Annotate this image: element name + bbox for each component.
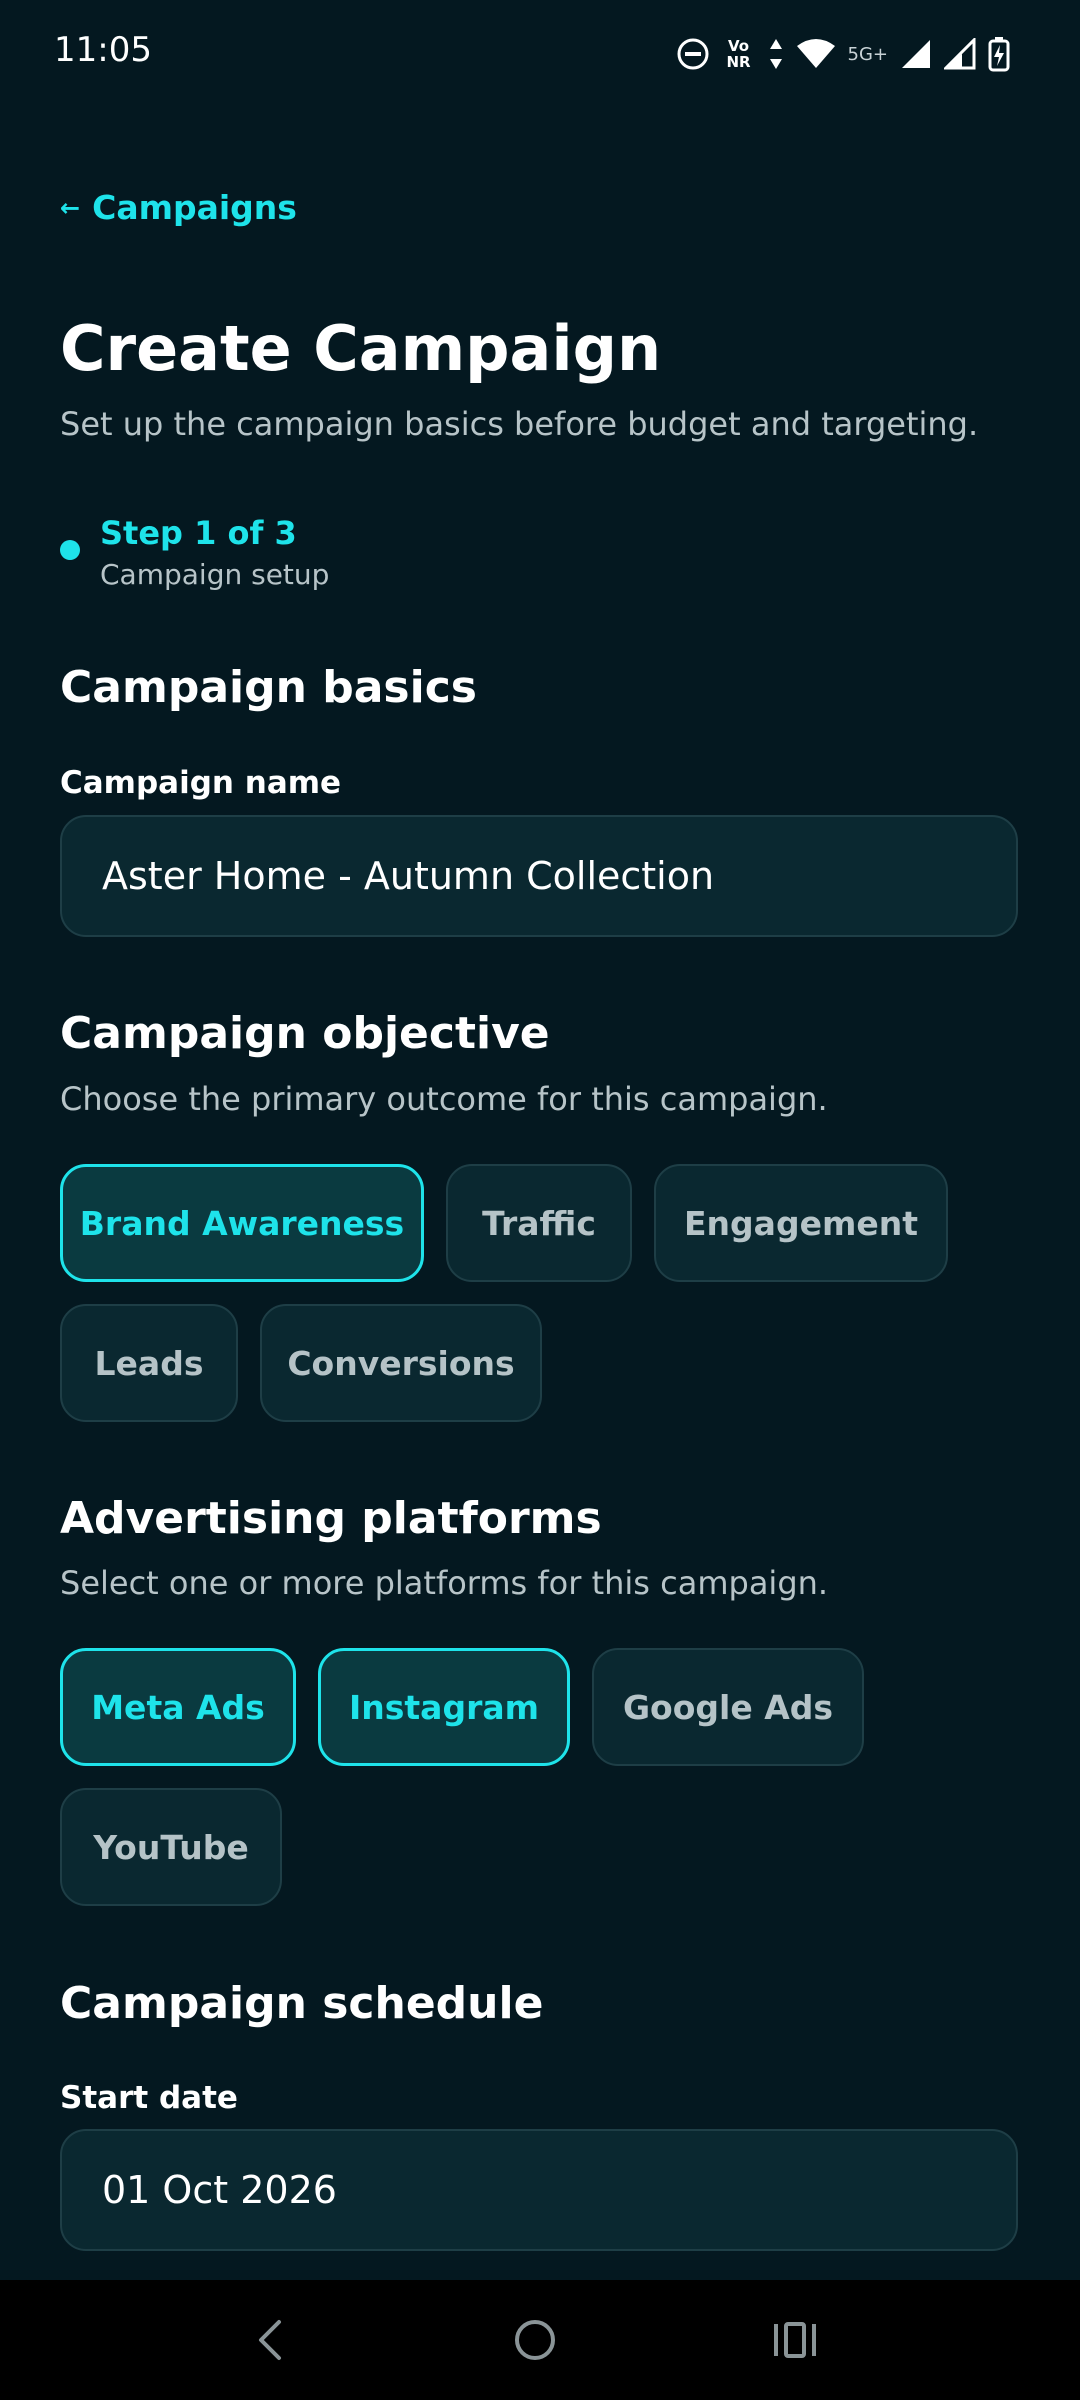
platform-option-instagram[interactable]: Instagram: [318, 1648, 570, 1766]
page-title: Create Campaign: [60, 312, 662, 385]
step-subtitle: Campaign setup: [100, 558, 330, 591]
step-indicator-dot: [60, 540, 80, 560]
nav-back-button[interactable]: [240, 2280, 300, 2400]
signal-icon-2: [944, 38, 976, 70]
dnd-icon: [676, 37, 710, 71]
five-g-label: 5G+: [847, 43, 888, 65]
data-arrows-icon: [768, 37, 784, 71]
objective-option-traffic[interactable]: Traffic: [446, 1164, 632, 1282]
platforms-description: Select one or more platforms for this ca…: [60, 1564, 829, 1602]
status-bar: 11:05 Vo NR 5G+: [0, 0, 1080, 110]
platform-options-row-1: Meta Ads Instagram Google Ads: [60, 1648, 864, 1766]
objective-option-engagement[interactable]: Engagement: [654, 1164, 948, 1282]
schedule-section-title: Campaign schedule: [60, 1978, 544, 2029]
basics-section-title: Campaign basics: [60, 662, 477, 713]
platform-option-google-ads[interactable]: Google Ads: [592, 1648, 864, 1766]
system-navigation-bar: [0, 2280, 1080, 2400]
back-link-label: Campaigns: [92, 188, 297, 227]
vonr-icon: Vo NR: [726, 37, 751, 71]
campaign-name-label: Campaign name: [60, 765, 342, 801]
nav-back-icon: [259, 2320, 281, 2360]
objective-option-conversions[interactable]: Conversions: [260, 1304, 542, 1422]
wifi-icon: [796, 38, 836, 70]
status-icons: Vo NR 5G+: [676, 32, 1010, 76]
step-title: Step 1 of 3: [100, 514, 297, 552]
nav-home-icon: [515, 2320, 555, 2360]
objective-option-brand-awareness[interactable]: Brand Awareness: [60, 1164, 424, 1282]
objective-option-leads[interactable]: Leads: [60, 1304, 238, 1422]
back-to-campaigns-link[interactable]: ← Campaigns: [60, 188, 297, 227]
nav-home-button[interactable]: [505, 2280, 565, 2400]
platform-options-row-2: YouTube: [60, 1788, 282, 1906]
platform-option-meta-ads[interactable]: Meta Ads: [60, 1648, 296, 1766]
back-arrow-icon: ←: [60, 193, 81, 222]
nav-recents-icon: [774, 2322, 816, 2358]
objective-options-row-2: Leads Conversions: [60, 1304, 542, 1422]
start-date-label: Start date: [60, 2080, 238, 2116]
battery-charging-icon: [988, 36, 1010, 72]
objective-description: Choose the primary outcome for this camp…: [60, 1080, 828, 1118]
campaign-name-input[interactable]: Aster Home - Autumn Collection: [60, 815, 1018, 937]
signal-icon: [900, 38, 932, 70]
page-subtitle: Set up the campaign basics before budget…: [60, 405, 979, 443]
objective-options-row-1: Brand Awareness Traffic Engagement: [60, 1164, 948, 1282]
status-time: 11:05: [54, 30, 152, 70]
start-date-input[interactable]: 01 Oct 2026: [60, 2129, 1018, 2251]
platform-option-youtube[interactable]: YouTube: [60, 1788, 282, 1906]
platforms-section-title: Advertising platforms: [60, 1493, 602, 1544]
nav-recents-button[interactable]: [765, 2280, 825, 2400]
objective-section-title: Campaign objective: [60, 1008, 550, 1059]
